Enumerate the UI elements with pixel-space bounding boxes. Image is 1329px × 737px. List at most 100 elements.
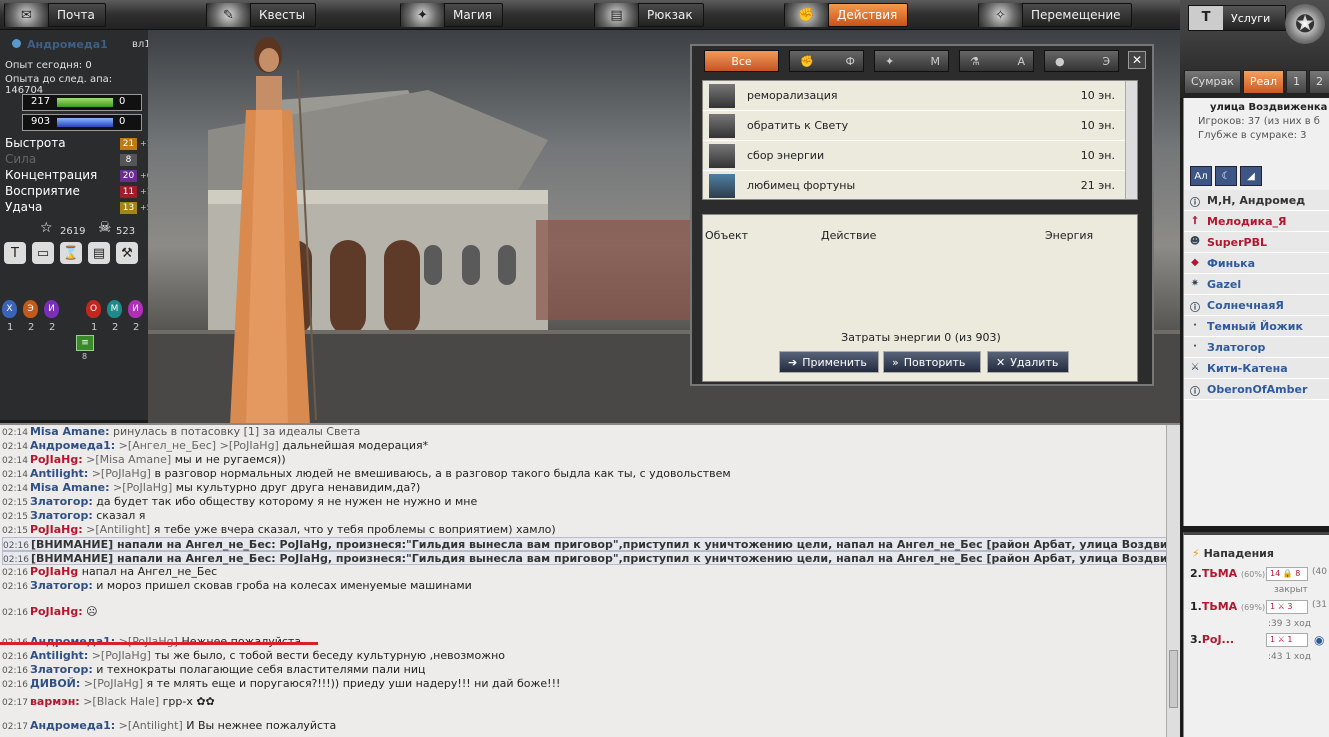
nav-mail-button[interactable]: ✉ Почта [4,3,106,27]
filter-blade-icon[interactable]: ◢ [1240,166,1262,186]
message-author[interactable]: PoJIaHg: [30,605,83,618]
document-icon[interactable]: ▤ [88,242,110,264]
list-item[interactable]: ☻ SuperPBL [1184,232,1329,253]
player-name: OberonOfAmber [1207,382,1308,396]
action-energy: 10 эн. [1080,119,1115,132]
skull-icon: ☠ [98,218,112,236]
services-button[interactable]: T Услуги [1188,5,1286,31]
list-item[interactable]: ⓘ М,Н, Андромед [1184,190,1329,211]
list-item[interactable]: реморализация 10 эн. [703,81,1137,111]
inventory-icon[interactable]: ▭ [32,242,54,264]
message-recipient[interactable]: >[Ангел_не_Бес] >[PoJIaHg] [115,439,279,452]
tab-alchemy[interactable]: ⚗ А [959,50,1034,72]
repeat-button[interactable]: » Повторить [883,351,981,373]
nav-travel-button[interactable]: ✧ Перемещение [978,3,1132,27]
list-item[interactable]: · Златогор [1184,337,1329,358]
list-item[interactable]: ⓘ СолнечнаяЯ [1184,295,1329,316]
list-item[interactable]: обратить к Свету 10 эн. [703,111,1137,141]
message-author[interactable]: Златогор: [30,663,93,676]
filter-moon-icon[interactable]: ☾ [1215,166,1237,186]
badge-icon[interactable]: ≡ [76,335,94,351]
message-recipient[interactable]: >[PoJIaHg] [80,677,143,690]
nav-magic-button[interactable]: ✦ Магия [400,3,504,27]
chat-scrollbar[interactable] [1166,425,1180,737]
column-energy: Энергия [1045,229,1094,242]
message-author[interactable]: Antilight: [30,649,88,662]
character-name[interactable]: Андромеда1 [12,38,108,51]
message-recipient[interactable]: >[Antilight] [115,719,183,732]
list-item[interactable]: † Мелодика_Я [1184,211,1329,232]
eye-icon[interactable]: ◉ [1314,633,1324,647]
attack-row[interactable]: 2.ТЬМА (60%) [1190,567,1265,580]
delete-button[interactable]: ✕ Удалить [987,351,1069,373]
arrow-right-icon: ➔ [788,355,798,369]
info-icon: ⓘ [1190,387,1200,398]
gem-x-icon[interactable]: Х [2,300,17,318]
apply-button[interactable]: ➔ Применить [779,351,879,373]
action-name: обратить к Свету [747,119,849,132]
gem-e-icon[interactable]: Э [23,300,38,318]
attack-row[interactable]: 1.ТЬМА (69%) [1190,600,1265,613]
nav-quests-button[interactable]: ✎ Квесты [206,3,317,27]
message-recipient[interactable]: >[PoJIaHg] [88,649,151,662]
list-item[interactable]: любимец фортуны 21 эн. [703,171,1137,199]
message-author[interactable]: Misa Amane: [30,425,110,438]
tab-physical[interactable]: ✊ Ф [789,50,864,72]
gem-o-icon[interactable]: О [86,300,101,318]
message-recipient[interactable]: >[Misa Amane] [83,453,171,466]
message-author[interactable]: PoJIaHg: [30,453,83,466]
tab-real[interactable]: Реал [1242,70,1285,94]
tab-twilight[interactable]: Сумрак [1184,70,1241,94]
attack-side: ТЬМА [1201,567,1238,580]
chat-message: 02:16 Златогор: и мороз пришел сковав гро… [2,579,472,593]
message-author[interactable]: PoJIaHg: [30,523,83,536]
lock-icon: 🔒 [1282,569,1293,578]
tab-level-1[interactable]: 1 [1286,70,1308,94]
message-recipient[interactable]: >[Black Hale] [80,695,159,708]
close-icon[interactable]: ✕ [1128,51,1146,69]
list-scrollbar[interactable] [1125,81,1137,199]
attack-row[interactable]: 3.РoJ... [1190,633,1234,646]
gem-m-icon[interactable]: М [107,300,122,318]
gem-i-icon[interactable]: И [44,300,59,318]
list-item[interactable]: ✷ Gazel [1184,274,1329,295]
message-recipient[interactable]: >[PoJIaHg] [88,467,151,480]
nav-backpack-button[interactable]: ▤ Рюкзак [594,3,704,27]
message-author[interactable]: Андромеда1: [30,439,115,452]
gem-count: 1 [91,322,98,333]
message-recipient[interactable]: >[PoJIaHg] [110,481,172,494]
filter-light-icon[interactable]: Ал [1190,166,1212,186]
scroll-thumb[interactable] [1169,650,1178,708]
tab-energy[interactable]: ● Э [1044,50,1119,72]
tab-all[interactable]: Все [704,50,779,72]
action-icon [709,144,735,168]
message-text: И Вы нежнее пожалуйста [182,719,337,732]
list-item[interactable]: сбор энергии 10 эн. [703,141,1137,171]
profile-icon[interactable]: T [4,242,26,264]
alert-text: [ВНИМАНИЕ] напали на Ангел_не_Бес: PoJIa… [30,538,1180,551]
list-item[interactable]: ◆ Финька [1184,253,1329,274]
message-recipient[interactable]: >[Antilight] [83,523,150,536]
gem-count: 2 [112,322,119,333]
message-author[interactable]: вармэн: [30,695,80,708]
pentagram-icon[interactable]: ✪ [1285,4,1325,44]
message-author[interactable]: Misa Amane: [30,481,110,494]
nav-actions-button[interactable]: ✊ Действия [784,3,909,27]
message-author[interactable]: PoJIaHg [30,565,78,578]
message-author[interactable]: Златогор: [30,495,93,508]
stat-concentration-label: Концентрация [5,168,98,182]
message-author[interactable]: Златогор: [30,509,93,522]
list-item[interactable]: ⚔ Кити-Катена [1184,358,1329,379]
tab-level-2[interactable]: 2 [1309,70,1329,94]
hourglass-icon[interactable]: ⌛ [60,242,82,264]
list-item[interactable]: ⓘ OberonOfAmber [1184,379,1329,400]
list-item[interactable]: · Темный Йожик [1184,316,1329,337]
message-author[interactable]: Златогор: [30,579,93,592]
message-author[interactable]: ДИВОЙ: [30,677,80,690]
tab-magic[interactable]: ✦ М [874,50,949,72]
gem-i2-icon[interactable]: И [128,300,143,318]
wrench-icon[interactable]: ⚒ [116,242,138,264]
message-author[interactable]: Андромеда1: [30,719,115,732]
message-time: 02:16 [2,680,28,690]
message-author[interactable]: Antilight: [30,467,88,480]
